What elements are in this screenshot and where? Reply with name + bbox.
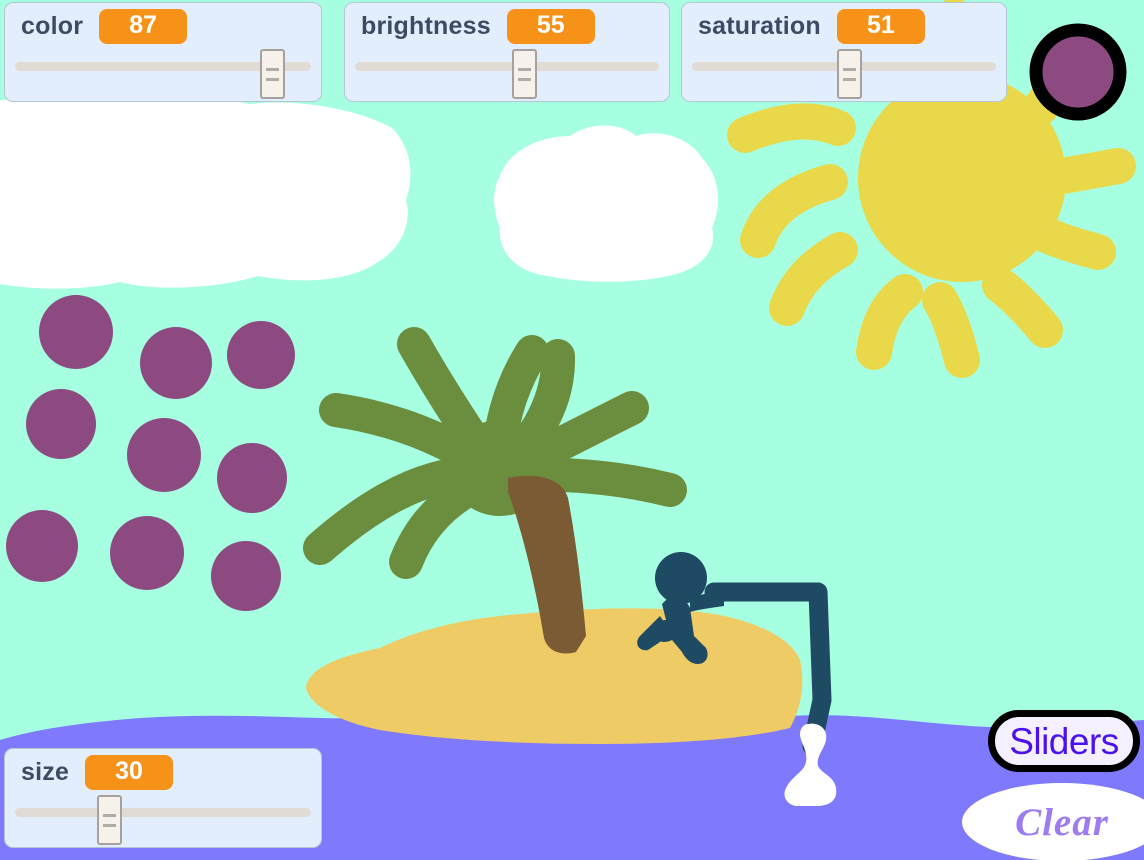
monitor-brightness-value: 55: [506, 8, 595, 44]
cloud-right: [494, 125, 718, 282]
monitor-size[interactable]: size 30: [4, 748, 322, 848]
stamp-circle: [110, 516, 184, 590]
stamp-circle: [211, 541, 281, 611]
slider-brightness-track[interactable]: [355, 62, 659, 71]
grip-line: [518, 77, 531, 81]
monitor-brightness[interactable]: brightness 55: [344, 2, 670, 102]
clear-button[interactable]: Clear: [962, 783, 1144, 860]
slider-size-track[interactable]: [15, 808, 311, 817]
slider-saturation[interactable]: [692, 49, 996, 99]
cloud-left: [0, 97, 411, 289]
monitor-size-label: size: [21, 757, 70, 786]
purple-circle-sprite: [1029, 23, 1127, 121]
monitor-brightness-row: brightness 55: [345, 3, 669, 49]
monitor-saturation[interactable]: saturation 51: [681, 2, 1007, 102]
slider-color[interactable]: [15, 49, 311, 99]
monitor-size-row: size 30: [5, 749, 321, 795]
stamp-circle: [227, 321, 295, 389]
sliders-button[interactable]: Sliders: [988, 710, 1140, 772]
clear-button-label: Clear: [1015, 800, 1109, 844]
grip-line: [266, 77, 279, 81]
slider-saturation-handle[interactable]: [837, 49, 862, 99]
monitor-color-label: color: [21, 11, 84, 40]
scratch-stage[interactable]: color 87 brightness 55 saturation 51 siz…: [0, 0, 1144, 860]
slider-size-handle[interactable]: [97, 795, 122, 845]
stamp-circle: [6, 510, 78, 582]
stamp-circle: [217, 443, 287, 513]
grip-line: [518, 67, 531, 71]
sun-body: [858, 74, 1066, 282]
sliders-button-label: Sliders: [1009, 720, 1119, 762]
monitor-color-value: 87: [99, 8, 188, 44]
monitor-saturation-row: saturation 51: [682, 3, 1006, 49]
monitor-saturation-label: saturation: [698, 11, 821, 40]
monitor-size-value: 30: [85, 754, 174, 790]
grip-line: [843, 67, 856, 71]
monitor-brightness-label: brightness: [361, 11, 491, 40]
grip-line: [266, 67, 279, 71]
grip-line: [103, 813, 116, 817]
slider-color-handle[interactable]: [260, 49, 285, 99]
stamp-circle: [140, 327, 212, 399]
monitor-saturation-value: 51: [836, 8, 925, 44]
grip-line: [103, 823, 116, 827]
stamped-circles: [6, 295, 295, 611]
slider-brightness[interactable]: [355, 49, 659, 99]
slider-brightness-handle[interactable]: [512, 49, 537, 99]
slider-size[interactable]: [15, 795, 311, 845]
monitor-color-row: color 87: [5, 3, 321, 49]
grip-line: [843, 77, 856, 81]
stamp-circle: [39, 295, 113, 369]
painted-scene: [0, 0, 1144, 860]
monitor-color[interactable]: color 87: [4, 2, 322, 102]
stamp-circle: [26, 389, 96, 459]
stamp-circle: [127, 418, 201, 492]
